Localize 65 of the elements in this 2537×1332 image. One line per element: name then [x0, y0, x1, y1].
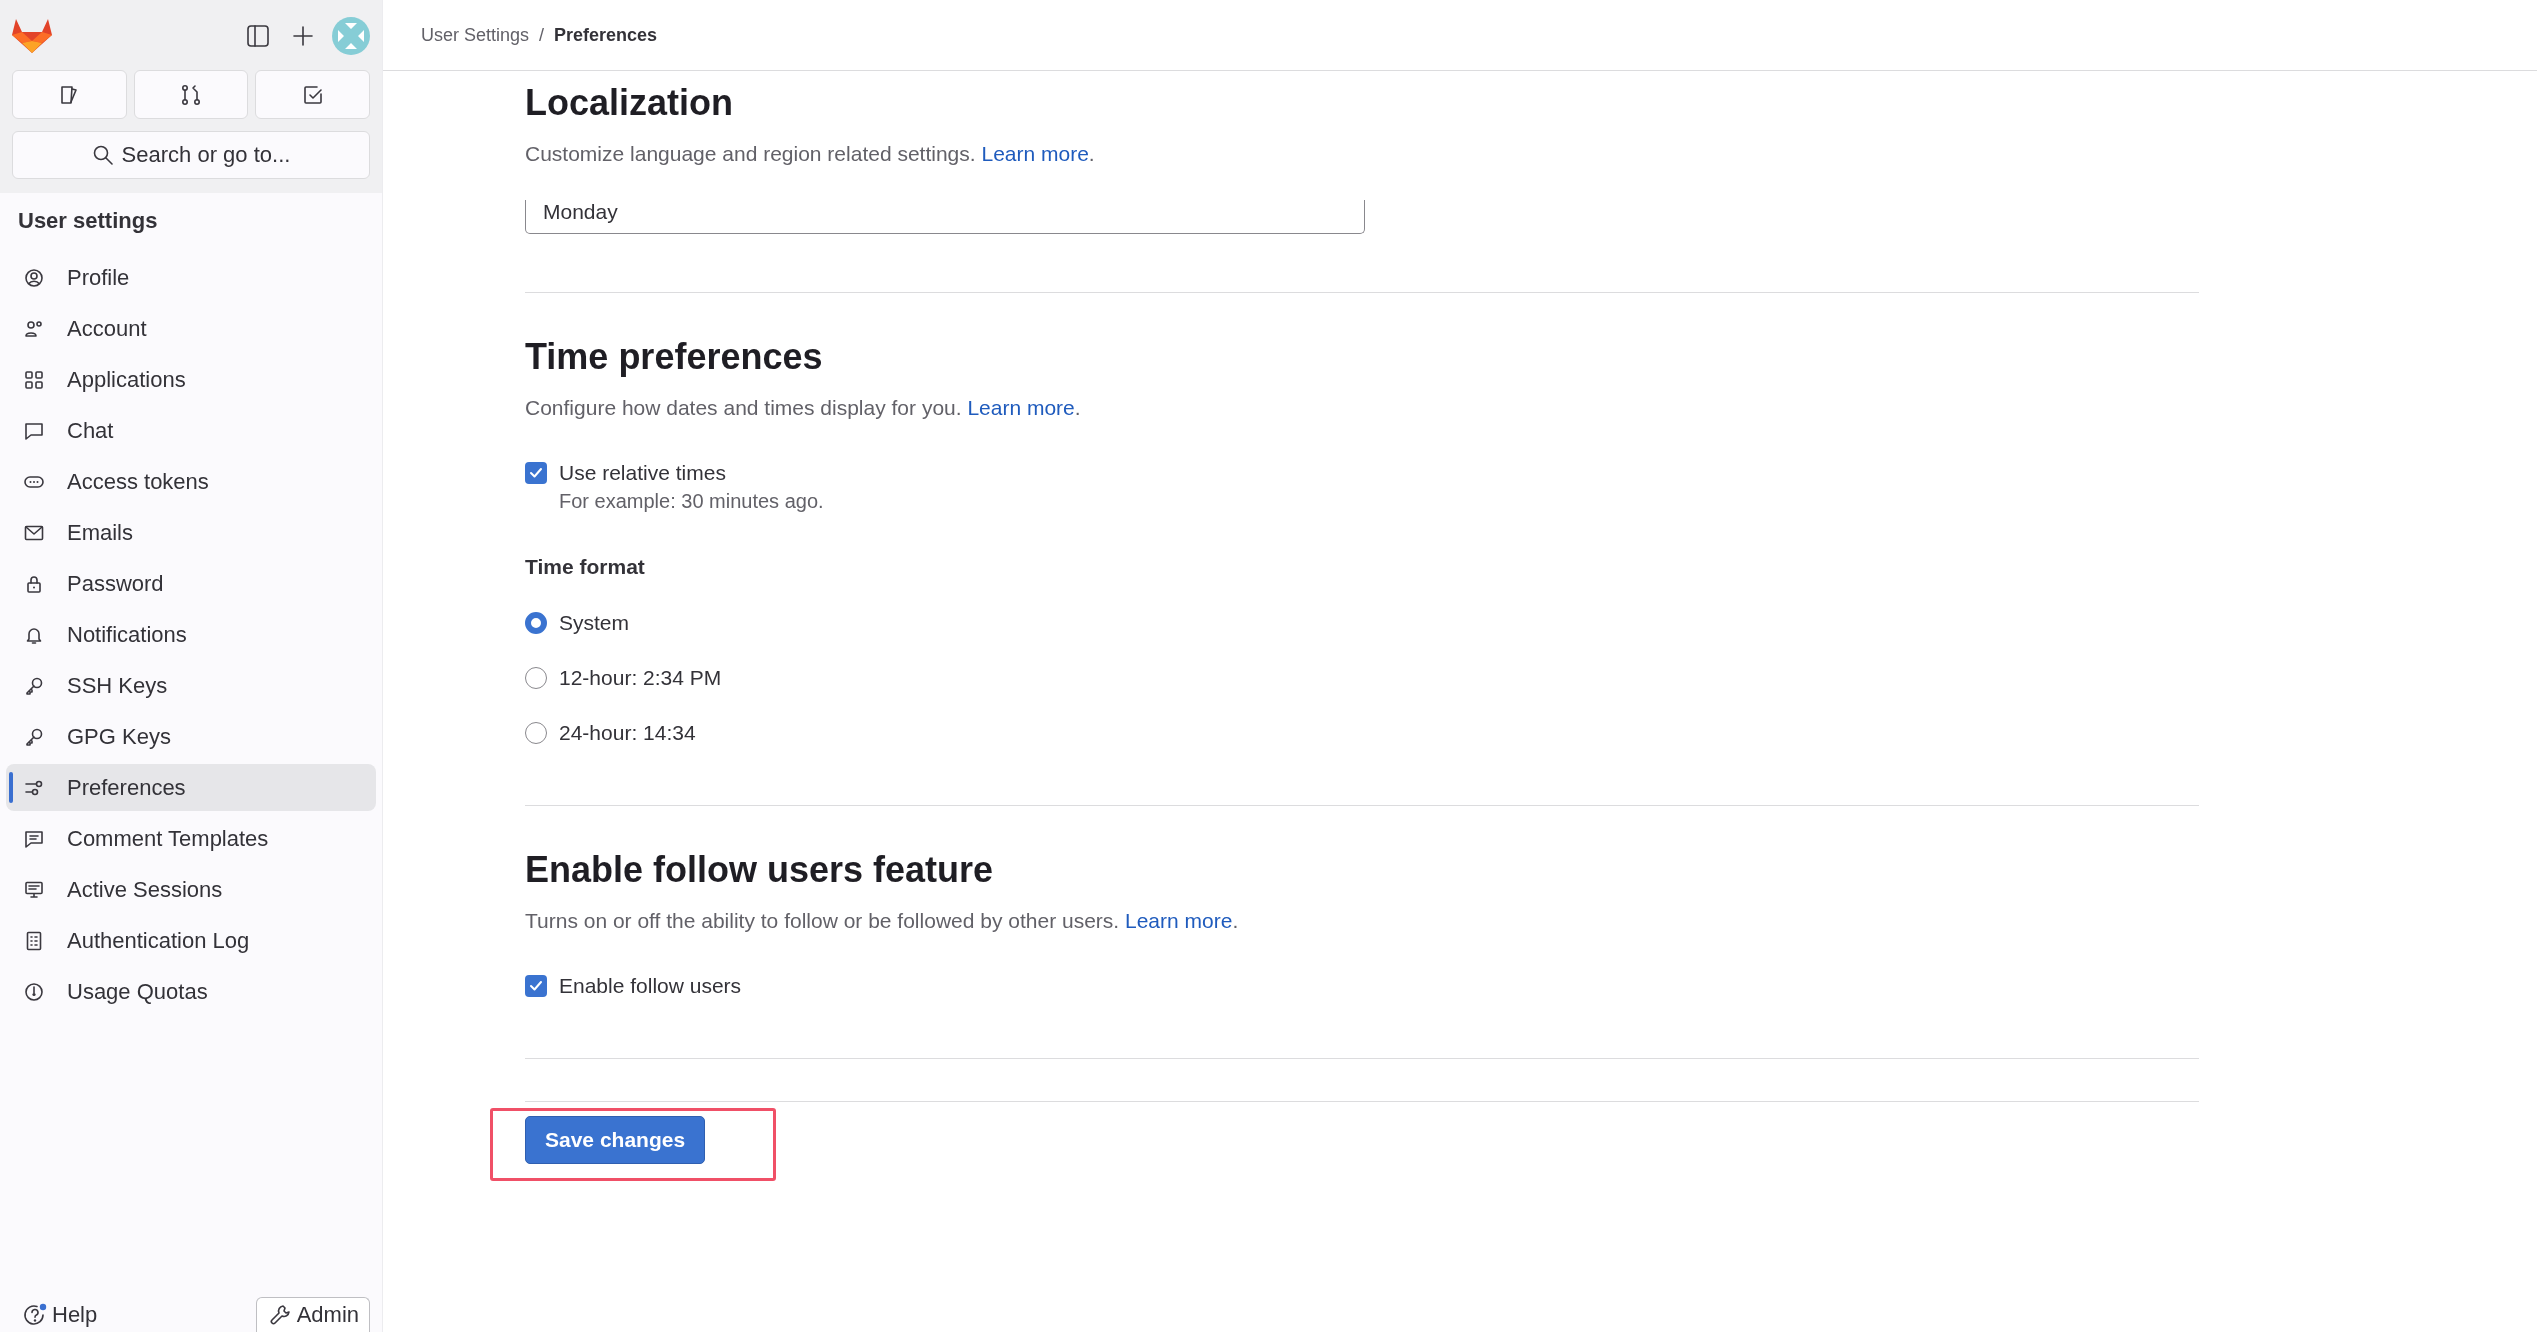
sidebar-item[interactable]: Chat — [6, 407, 376, 454]
search-icon — [91, 144, 114, 166]
sidebar-item[interactable]: Usage Quotas — [6, 968, 376, 1015]
section-heading: Enable follow users feature — [525, 848, 995, 892]
checkbox-hint: For example: 30 minutes ago. — [559, 489, 824, 514]
sidebar-item[interactable]: GPG Keys — [6, 713, 376, 760]
sidebar-item[interactable]: Account — [6, 305, 376, 352]
checkbox[interactable] — [525, 975, 547, 997]
fox-logo-icon[interactable] — [12, 17, 52, 55]
help-button[interactable]: Help — [22, 1302, 98, 1332]
sidebar-item[interactable]: Comment Templates — [6, 815, 376, 862]
breadcrumb-link[interactable]: User Settings — [421, 24, 530, 46]
section-description: Customize language and region related settings. Learn more. — [525, 141, 1096, 167]
sidebar-item[interactable]: Profile — [6, 254, 376, 301]
section-description: Configure how dates and times display for you. Learn more. — [525, 395, 1082, 421]
list-icon — [24, 930, 44, 951]
wrench-icon — [268, 1304, 291, 1326]
grid-icon — [24, 369, 44, 390]
key-icon — [24, 726, 44, 747]
search-field[interactable]: Search or go to... — [12, 131, 370, 179]
gauge-icon — [24, 981, 44, 1002]
breadcrumb-separator: / — [539, 24, 545, 46]
help-icon — [22, 1302, 48, 1328]
sidebar-item[interactable]: Active Sessions — [6, 866, 376, 913]
check-icon — [529, 979, 543, 993]
radio-button[interactable] — [525, 667, 547, 689]
sidebar-item[interactable]: Emails — [6, 509, 376, 556]
radio-button[interactable] — [525, 722, 547, 744]
group-label: Time format — [525, 555, 646, 579]
checkbox-label: Use relative times — [559, 460, 727, 486]
key-icon — [24, 675, 44, 696]
lock-icon — [24, 573, 44, 594]
sidebar-item[interactable]: SSH Keys — [6, 662, 376, 709]
todo-button[interactable] — [255, 70, 370, 119]
sidebar-item[interactable]: Notifications — [6, 611, 376, 658]
sidebar-heading: User settings — [18, 208, 159, 234]
checkbox-label: Enable follow users — [559, 973, 742, 999]
sidebar-item[interactable]: Applications — [6, 356, 376, 403]
check-icon — [529, 466, 543, 480]
radio-label: 24-hour: 14:34 — [559, 720, 696, 746]
learn-more-link[interactable]: Learn more — [1125, 909, 1233, 932]
sidebar-item[interactable]: Access tokens — [6, 458, 376, 505]
admin-button[interactable]: Admin — [255, 1297, 370, 1332]
radio-label: 12-hour: 2:34 PM — [559, 665, 722, 691]
monitor-icon — [24, 879, 44, 900]
sidebar-item[interactable]: Password — [6, 560, 376, 607]
sidebar-item[interactable]: Preferences — [6, 764, 376, 811]
radio-label: System — [559, 610, 629, 636]
comment-icon — [24, 828, 44, 849]
checkbox[interactable] — [525, 462, 547, 484]
section-heading: Localization — [525, 81, 735, 125]
user-circle-icon — [24, 267, 44, 288]
save-button[interactable]: Save changes — [525, 1116, 706, 1164]
section-description: Turns on or off the ability to follow or be followed by other users. Learn more. — [525, 908, 1240, 934]
section-heading: Time preferences — [525, 335, 824, 379]
chat-bubble-icon — [24, 420, 44, 441]
issues-button[interactable] — [12, 70, 127, 119]
dropdown-field[interactable]: Monday — [525, 200, 1365, 234]
learn-more-link[interactable]: Learn more — [967, 396, 1075, 419]
merge-icon — [179, 82, 203, 107]
learn-more-link[interactable]: Learn more — [981, 142, 1089, 165]
radio-button[interactable] — [525, 612, 547, 634]
breadcrumb-link[interactable]: Preferences — [554, 24, 658, 46]
sidebar-item[interactable]: Authentication Log — [6, 917, 376, 964]
merge-requests-button[interactable] — [133, 70, 249, 119]
